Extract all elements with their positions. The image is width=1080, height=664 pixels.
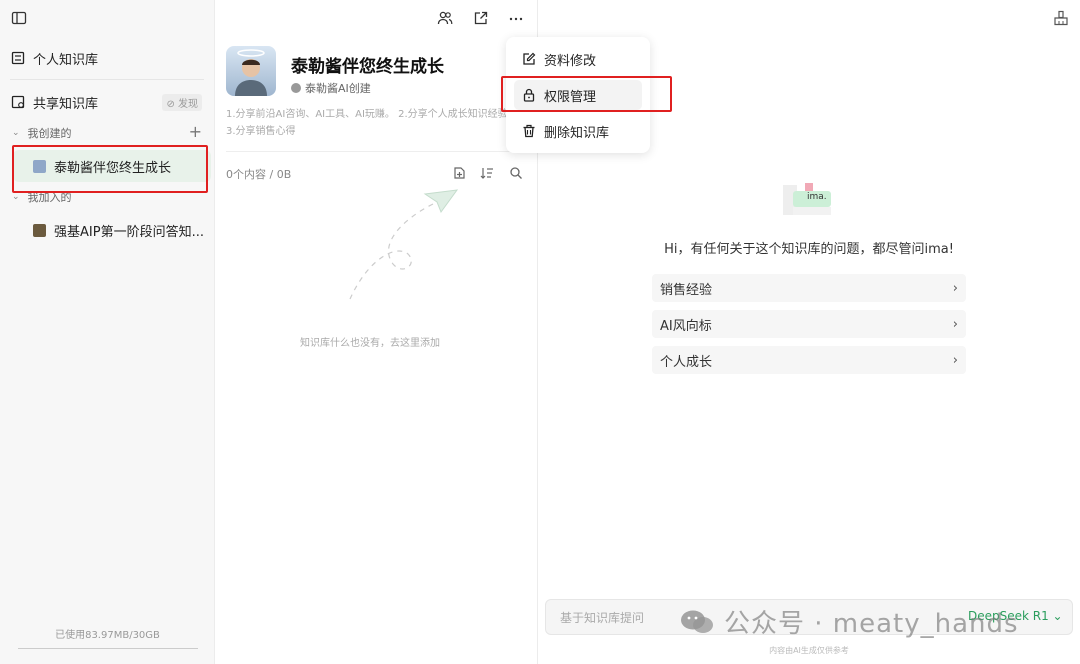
ai-disclaimer: 内容由AI生成仅供参考 (769, 646, 849, 655)
shared-book-icon (11, 95, 25, 109)
kb-item-label: 强基AIP第一阶段问答知... (54, 224, 204, 240)
share-icon[interactable] (472, 9, 490, 27)
ima-logo: ima. (783, 183, 835, 215)
trash-icon (523, 124, 535, 138)
add-kb-icon[interactable]: + (189, 124, 202, 140)
menu-item-edit-info[interactable]: 资料修改 (514, 44, 642, 74)
lock-icon (523, 88, 535, 102)
edit-icon (523, 52, 536, 65)
more-dropdown-menu: 资料修改 权限管理 删除知识库 (506, 37, 650, 153)
book-icon (11, 51, 25, 65)
suggestion-label: AI风向标 (660, 318, 712, 334)
discover-button[interactable]: ⊘ 发现 (162, 94, 202, 111)
sidebar-item-personal-kb[interactable]: 个人知识库 (0, 50, 215, 68)
kb-item-label: 泰勒酱伴您终生成长 (54, 160, 172, 176)
divider (226, 151, 528, 152)
kb-title: 泰勒酱伴您终生成长 (291, 57, 444, 77)
add-content-icon[interactable] (452, 166, 466, 180)
section-created[interactable]: ⌄ 我创建的 (0, 126, 215, 140)
sidebar-item-label: 个人知识库 (33, 52, 99, 68)
kb-description: 1.分享前沿AI咨询、AI工具、AI玩赚。 2.分享个人成长知识经验 3.分享销… (226, 109, 508, 137)
suggestion-label: 销售经验 (660, 282, 713, 298)
sort-icon[interactable] (480, 166, 494, 180)
watermark: 公众号 · meaty_hands (680, 603, 1019, 640)
menu-item-label: 删除知识库 (544, 125, 610, 141)
suggestion-label: 个人成长 (660, 354, 713, 370)
sidebar-toggle-icon[interactable] (11, 10, 27, 26)
chevron-right-icon: › (952, 352, 958, 368)
menu-item-label: 权限管理 (544, 89, 597, 105)
kb-thumbnail (33, 159, 46, 173)
creator-label: 泰勒酱AI创建 (305, 82, 371, 95)
chat-greeting: Hi，有任何关于这个知识库的问题，都尽管问ima! (664, 242, 954, 257)
chevron-down-icon: ⌄ (12, 128, 20, 138)
kb-item-joined[interactable]: 强基AIP第一阶段问答知... (13, 214, 211, 246)
app-window: 个人知识库 共享知识库 ⊘ 发现 ⌄ 我创建的 + 泰勒酱伴您终生成长 ⌄ 我加… (0, 0, 1080, 664)
menu-item-delete-kb[interactable]: 删除知识库 (514, 116, 642, 146)
chevron-down-icon: ⌄ (12, 192, 20, 202)
menu-item-label: 资料修改 (544, 53, 597, 69)
menu-item-permissions[interactable]: 权限管理 (514, 80, 642, 110)
divider (10, 79, 204, 80)
storage-usage: 已使用83.97MB/30GB (55, 630, 160, 641)
chevron-right-icon: › (952, 316, 958, 332)
chevron-right-icon: › (952, 280, 958, 296)
members-icon[interactable] (436, 9, 454, 27)
creator-avatar (291, 83, 301, 93)
kb-thumbnail (33, 223, 46, 237)
kb-avatar (226, 46, 276, 96)
content-count: 0个内容 / 0B (226, 168, 292, 181)
section-label: 我加入的 (27, 191, 72, 204)
paper-plane-illustration (349, 189, 459, 300)
section-label: 我创建的 (27, 127, 72, 140)
search-icon[interactable] (509, 166, 523, 180)
sidebar-item-label: 共享知识库 (33, 96, 99, 112)
suggestion-item[interactable]: AI风向标 › (652, 310, 966, 338)
broom-icon[interactable] (1053, 10, 1069, 26)
sidebar: 个人知识库 共享知识库 ⊘ 发现 ⌄ 我创建的 + 泰勒酱伴您终生成长 ⌄ 我加… (0, 0, 215, 664)
wechat-icon (681, 610, 713, 633)
section-joined[interactable]: ⌄ 我加入的 (0, 190, 215, 204)
kb-item-active[interactable]: 泰勒酱伴您终生成长 (13, 150, 211, 182)
suggestion-item[interactable]: 销售经验 › (652, 274, 966, 302)
more-icon[interactable] (507, 9, 525, 27)
watermark-text: 公众号 · meaty_hands (724, 609, 1019, 639)
divider (18, 648, 198, 649)
ima-logo-text: ima. (807, 192, 827, 202)
suggestion-item[interactable]: 个人成长 › (652, 346, 966, 374)
kb-creator: 泰勒酱AI创建 (291, 80, 371, 96)
kb-detail-panel (215, 0, 538, 664)
empty-state-text: 知识库什么也没有，去这里添加 (300, 338, 440, 349)
